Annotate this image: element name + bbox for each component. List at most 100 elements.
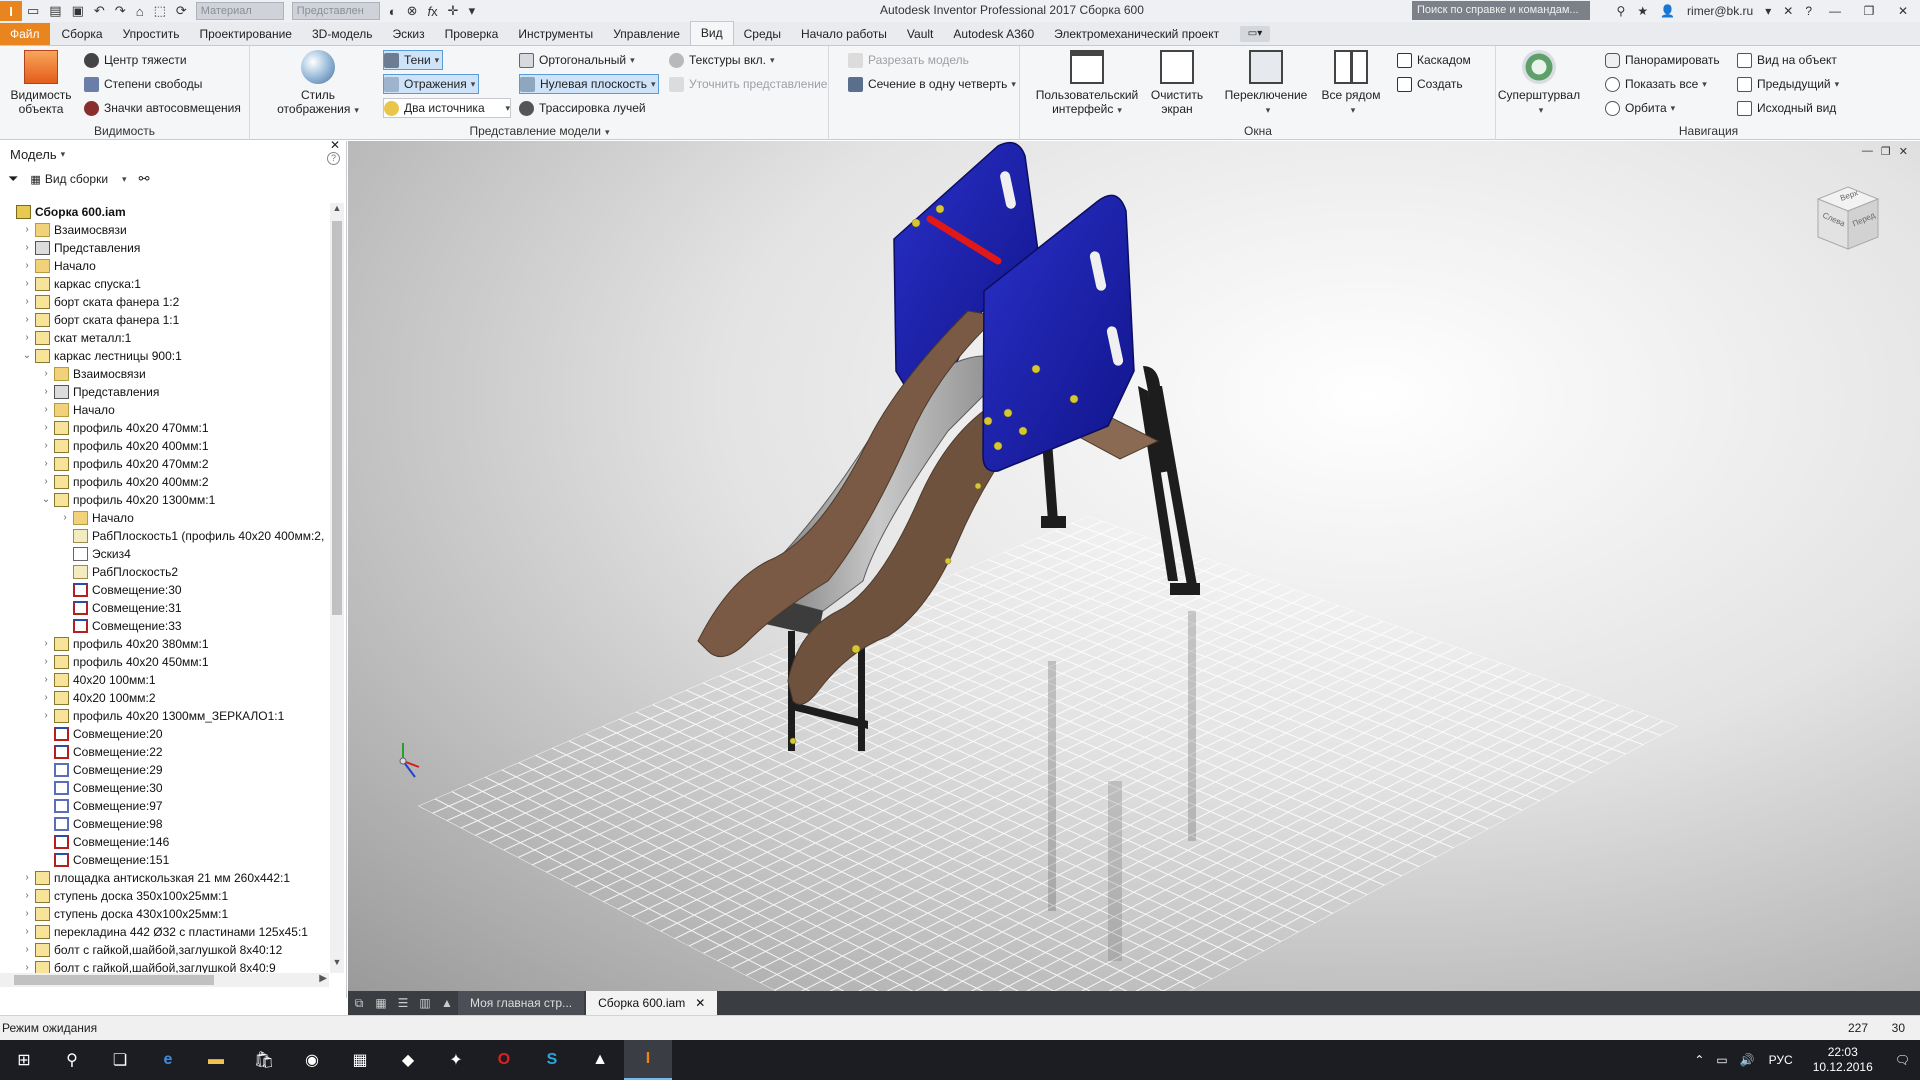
tree-node[interactable]: › болт с гайкой,шайбой,заглушкой 8x40:12 xyxy=(21,941,282,959)
orthographic-button[interactable]: Ортогональный ▾ xyxy=(519,50,635,70)
pan-button[interactable]: Панорамировать xyxy=(1605,50,1720,70)
doc-tab-assembly[interactable]: Сборка 600.iam ✕ xyxy=(586,991,718,1015)
steering-wheel-button[interactable]: Суперштурвал ▾ xyxy=(1497,50,1581,117)
maximize-button[interactable]: ❐ xyxy=(1852,4,1886,18)
select-icon[interactable]: ⬚ xyxy=(149,1,171,21)
cascade-button[interactable]: Каскадом xyxy=(1397,50,1471,70)
redo-icon[interactable]: ↷ xyxy=(110,1,131,21)
tree-node[interactable]: › 40x20 100мм:1 xyxy=(40,671,156,689)
tree-expander-icon[interactable]: › xyxy=(59,509,71,527)
open-icon[interactable]: ▤ xyxy=(44,1,66,21)
favorites-star-icon[interactable]: ★ xyxy=(1631,4,1654,18)
tab-tools[interactable]: Инструменты xyxy=(508,23,603,45)
tree-expander-icon[interactable]: › xyxy=(40,653,52,671)
app-icon-2[interactable]: ◆ xyxy=(384,1040,432,1080)
tree-expander-icon[interactable]: › xyxy=(40,689,52,707)
tile-view-icon[interactable]: ▦ xyxy=(370,991,392,1015)
shadows-button[interactable]: Тени ▾ xyxy=(383,50,444,70)
account-dropdown-icon[interactable]: ▾ xyxy=(1759,4,1777,18)
tab-electromechanical[interactable]: Электромеханический проект xyxy=(1044,23,1229,45)
tree-expander-icon[interactable]: › xyxy=(40,365,52,383)
tree-node[interactable]: › Представления xyxy=(40,383,159,401)
undo-icon[interactable]: ↶ xyxy=(89,1,110,21)
view-cube[interactable]: Верх Слева Перед xyxy=(1816,183,1880,253)
tab-view[interactable]: Вид xyxy=(689,21,734,45)
tree-node[interactable]: › борт ската фанера 1:2 xyxy=(21,293,179,311)
new-icon[interactable]: ▭ xyxy=(22,1,44,21)
viewport-restore-icon[interactable]: ❐ xyxy=(1881,145,1891,158)
tree-node[interactable]: Совмещение:20 xyxy=(40,725,163,743)
tree-node[interactable]: Совмещение:30 xyxy=(40,779,163,797)
half-section-button[interactable]: Сечение в одну четверть ▾ xyxy=(848,74,1016,94)
opera-browser-icon[interactable]: O xyxy=(480,1040,528,1080)
tab-environments[interactable]: Среды xyxy=(734,23,791,45)
material-field[interactable]: Материал xyxy=(195,2,284,20)
help-icon[interactable]: ? xyxy=(1799,4,1818,18)
tree-expander-icon[interactable]: ⌄ xyxy=(21,347,33,365)
tree-expander-icon[interactable]: › xyxy=(40,455,52,473)
help-search-input[interactable]: Поиск по справке и командам... xyxy=(1412,1,1590,20)
tree-expander-icon[interactable]: › xyxy=(40,671,52,689)
view-mode-caret[interactable]: ▾ xyxy=(122,174,127,185)
doc-tab-close-icon[interactable]: ✕ xyxy=(695,996,705,1010)
fx-icon[interactable]: fx xyxy=(423,1,443,21)
tree-node[interactable]: ⌄ профиль 40x20 1300мм:1 xyxy=(40,491,215,509)
tile-button[interactable]: Все рядом ▾ xyxy=(1317,50,1385,117)
tree-node[interactable]: Совмещение:30 xyxy=(59,581,182,599)
tree-node[interactable]: Совмещение:31 xyxy=(59,599,182,617)
browser-title-caret[interactable]: ▾ xyxy=(61,149,66,160)
scroll-down-arrow-icon[interactable]: ▼ xyxy=(330,957,344,973)
tree-node[interactable]: › болт с гайкой,шайбой,заглушкой 8x40:9 xyxy=(21,959,276,973)
browser-vertical-scroll-thumb[interactable] xyxy=(332,221,342,615)
look-at-button[interactable]: Вид на объект xyxy=(1737,50,1837,70)
tree-node[interactable]: Совмещение:22 xyxy=(40,743,163,761)
scroll-right-arrow-icon[interactable]: ▶ xyxy=(319,973,327,984)
taskbar-search-icon[interactable]: ⚲ xyxy=(48,1040,96,1080)
horizontal-view-icon[interactable]: ☰ xyxy=(392,991,414,1015)
view-mode-select[interactable]: Вид сборки xyxy=(45,172,108,186)
clear-appearance-icon[interactable]: ⊗ xyxy=(402,1,423,21)
tree-expander-icon[interactable]: ⌄ xyxy=(40,491,52,509)
tree-node[interactable]: › площадка антискользкая 21 мм 260x442:1 xyxy=(21,869,290,887)
tree-node[interactable]: Совмещение:97 xyxy=(40,797,163,815)
tree-node[interactable]: › Начало xyxy=(40,401,115,419)
tab-vault[interactable]: Vault xyxy=(897,23,943,45)
browser-horizontal-scrollbar[interactable]: ▶ xyxy=(0,973,329,987)
previous-view-button[interactable]: Предыдущий ▾ xyxy=(1737,74,1839,94)
panel-title-appearance[interactable]: Представление модели ▾ xyxy=(251,124,828,138)
help-search-icon[interactable]: ⚲ xyxy=(1611,4,1632,18)
cascade-view-icon[interactable]: ⧉ xyxy=(348,991,370,1015)
object-visibility-button[interactable]: Видимость объекта xyxy=(6,50,76,116)
tree-node[interactable]: Сборка 600.iam xyxy=(2,203,126,221)
center-of-gravity-button[interactable]: Центр тяжести xyxy=(84,50,187,70)
move-icon[interactable]: ✛ xyxy=(443,1,464,21)
viewport-minimize-icon[interactable]: — xyxy=(1862,145,1873,158)
orbit-button[interactable]: Орбита ▾ xyxy=(1605,98,1675,118)
user-name[interactable]: rimer@bk.ru xyxy=(1681,4,1759,18)
tree-expander-icon[interactable]: › xyxy=(40,707,52,725)
textures-button[interactable]: Текстуры вкл. ▾ xyxy=(669,50,774,70)
tab-manage[interactable]: Управление xyxy=(603,23,690,45)
file-explorer-icon[interactable]: ▬ xyxy=(192,1040,240,1080)
tab-assemble[interactable]: Сборка xyxy=(52,23,113,45)
refine-button[interactable]: Уточнить представление xyxy=(669,74,827,94)
switch-window-button[interactable]: Переключение ▾ xyxy=(1219,50,1313,117)
start-windows-icon[interactable]: ⊞ xyxy=(0,1040,48,1080)
user-account-icon[interactable]: 👤 xyxy=(1654,4,1681,18)
tree-node[interactable]: › профиль 40x20 470мм:1 xyxy=(40,419,209,437)
dof-button[interactable]: Степени свободы xyxy=(84,74,202,94)
home-view-button[interactable]: Исходный вид xyxy=(1737,98,1836,118)
slice-button[interactable]: Разрезать модель xyxy=(848,50,969,70)
tree-node[interactable]: РабПлоскость1 (профиль 40x20 400мм:2, xyxy=(59,527,324,545)
ray-tracing-button[interactable]: Трассировка лучей xyxy=(519,98,646,118)
tree-expander-icon[interactable]: › xyxy=(40,419,52,437)
tree-expander-icon[interactable]: › xyxy=(21,329,33,347)
tree-expander-icon[interactable]: › xyxy=(21,923,33,941)
home-icon[interactable]: ⌂ xyxy=(131,1,149,21)
tree-expander-icon[interactable]: › xyxy=(21,887,33,905)
calculator-icon[interactable]: ▦ xyxy=(336,1040,384,1080)
browser-title[interactable]: Модель xyxy=(10,147,57,162)
clock[interactable]: 22:03 10.12.2016 xyxy=(1801,1045,1885,1075)
two-lights-select[interactable]: Два источника ▾ xyxy=(383,98,511,118)
tree-node[interactable]: Совмещение:98 xyxy=(40,815,163,833)
